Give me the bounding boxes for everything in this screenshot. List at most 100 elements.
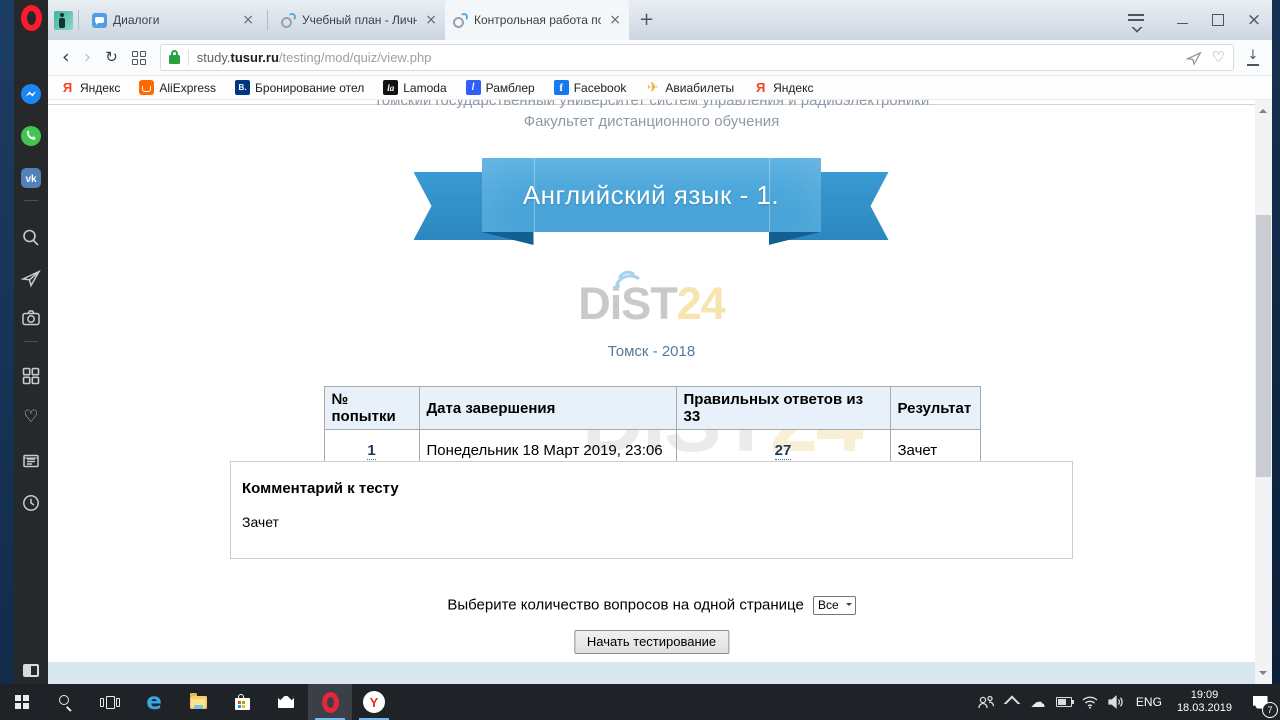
bookmark-aliexpress[interactable]: AliExpress <box>139 80 216 95</box>
url-text: study.tusur.ru/testing/mod/quiz/view.php <box>197 50 432 65</box>
notification-badge: 7 <box>1262 702 1278 718</box>
store-button[interactable] <box>220 684 264 720</box>
desktop-background: vk ♡ <box>0 0 1280 720</box>
close-window-button[interactable]: × <box>1236 0 1272 40</box>
search-sidebar-icon[interactable] <box>14 228 48 248</box>
speed-dial-icon[interactable] <box>14 366 48 386</box>
speed-dial-grid-icon[interactable] <box>132 51 146 65</box>
bookmark-avia[interactable]: ✈ Авиабилеты <box>645 80 734 95</box>
maximize-button[interactable] <box>1200 0 1236 40</box>
tab-label: Контрольная работа по д <box>474 13 601 27</box>
course-title: Английский язык - 1. <box>523 180 779 211</box>
bookmarks-heart-icon[interactable]: ♡ <box>14 409 48 426</box>
search-icon <box>58 694 74 710</box>
minimize-button[interactable] <box>1164 0 1200 40</box>
scroll-up-icon[interactable] <box>1259 105 1267 113</box>
whatsapp-icon[interactable] <box>14 125 48 147</box>
questions-per-page-select[interactable]: Все <box>813 596 856 615</box>
col-attempt: № попытки <box>324 387 419 430</box>
tab-study-plan[interactable]: Учебный план - Личный × <box>273 0 445 40</box>
attempts-table: № попытки Дата завершения Правильных отв… <box>324 386 981 472</box>
tab-dialogs[interactable]: Диалоги × <box>84 0 262 40</box>
start-test-button[interactable]: Начать тестирование <box>574 630 729 654</box>
bookmark-facebook[interactable]: f Facebook <box>554 80 627 95</box>
yandex-browser-button[interactable]: Y <box>352 684 396 720</box>
my-flow-icon[interactable] <box>14 268 48 288</box>
send-to-flow-icon[interactable] <box>1186 50 1202 66</box>
clock[interactable]: 19:09 18.03.2019 <box>1169 689 1240 715</box>
dist24-logo: DiST24 <box>48 281 1255 327</box>
opera-icon <box>322 692 339 713</box>
pinned-tab[interactable] <box>54 11 73 30</box>
comment-body: Зачет <box>242 514 279 530</box>
volume-icon[interactable] <box>1103 684 1129 720</box>
edge-icon: e <box>146 691 162 714</box>
yandex-icon: Я <box>753 80 768 95</box>
tab-separator <box>78 10 79 30</box>
col-correct: Правильных ответов из 33 <box>676 387 890 430</box>
page-scrollbar[interactable] <box>1255 100 1272 684</box>
wifi-arcs-icon <box>609 263 643 294</box>
people-icon[interactable] <box>973 684 999 720</box>
mail-button[interactable] <box>264 684 308 720</box>
file-explorer-button[interactable] <box>176 684 220 720</box>
col-result: Результат <box>890 387 980 430</box>
tab-label: Учебный план - Личный <box>302 13 417 27</box>
windows-taskbar: e Y ☁ ENG 19:09 18.03.2019 <box>0 684 1280 720</box>
col-finished: Дата завершения <box>419 387 676 430</box>
bookmark-booking[interactable]: B. Бронирование отел <box>235 80 364 95</box>
task-view-button[interactable] <box>88 684 132 720</box>
close-tab-icon[interactable]: × <box>423 13 439 27</box>
tab-menu-icon[interactable] <box>1126 13 1146 27</box>
taskbar-search-button[interactable] <box>44 684 88 720</box>
back-icon[interactable]: ‹ <box>62 48 70 67</box>
correct-answers-link[interactable]: 27 <box>775 442 792 460</box>
messenger-icon[interactable] <box>14 83 48 105</box>
vk-icon[interactable]: vk <box>14 167 48 189</box>
airplane-icon: ✈ <box>645 80 660 95</box>
action-center-button[interactable]: 7 <box>1240 684 1280 720</box>
scroll-down-icon[interactable] <box>1259 671 1267 679</box>
edge-button[interactable]: e <box>132 684 176 720</box>
bookmark-heart-icon[interactable]: ♡ <box>1212 50 1225 65</box>
mail-envelope-icon <box>278 696 294 708</box>
snapshot-camera-icon[interactable] <box>14 308 48 328</box>
booking-icon: B. <box>235 80 250 95</box>
tab-quiz-active[interactable]: Контрольная работа по д × <box>445 0 629 40</box>
history-clock-icon[interactable] <box>14 493 48 513</box>
bookmark-rambler[interactable]: / Рамблер <box>466 80 535 95</box>
address-bar: ‹ › ↻ study.tusur.ru/testing/mod/quiz/vi… <box>48 40 1272 76</box>
bookmark-yandex[interactable]: Я Яндекс <box>60 80 120 95</box>
questions-per-page-row: Выберите количество вопросов на одной ст… <box>48 596 1255 615</box>
forward-icon[interactable]: › <box>84 48 92 67</box>
lamoda-icon: la <box>383 80 398 95</box>
tab-separator <box>267 10 268 30</box>
start-button[interactable] <box>0 684 44 720</box>
reload-icon[interactable]: ↻ <box>105 48 118 67</box>
faculty-title: Факультет дистанционного обучения <box>48 113 1255 131</box>
battery-icon[interactable] <box>1051 684 1077 720</box>
dialogs-favicon-icon <box>92 13 107 28</box>
url-input[interactable]: study.tusur.ru/testing/mod/quiz/view.php… <box>160 44 1234 71</box>
scrollbar-thumb[interactable] <box>1256 215 1271 477</box>
comment-title: Комментарий к тесту <box>242 480 399 497</box>
yandex-browser-icon: Y <box>363 691 385 713</box>
wifi-icon[interactable] <box>1077 684 1103 720</box>
sidebar-toggle-icon[interactable] <box>14 664 48 677</box>
opera-taskbar-button[interactable] <box>308 684 352 720</box>
attempt-link[interactable]: 1 <box>367 442 375 460</box>
close-tab-icon[interactable]: × <box>607 13 623 27</box>
bookmark-yandex-2[interactable]: Я Яндекс <box>753 80 813 95</box>
show-hidden-icons-chevron[interactable] <box>999 684 1025 720</box>
tab-bar: Диалоги × Учебный план - Личный × Контро… <box>48 0 1272 40</box>
downloads-icon[interactable]: ↓ <box>1246 50 1260 66</box>
onedrive-cloud-icon[interactable]: ☁ <box>1025 684 1051 720</box>
new-tab-button[interactable]: + <box>639 11 654 29</box>
personal-news-icon[interactable] <box>14 451 48 471</box>
bookmark-lamoda[interactable]: la Lamoda <box>383 80 446 95</box>
opera-sidebar: vk ♡ <box>14 0 48 684</box>
opera-menu-logo-icon[interactable] <box>21 5 42 31</box>
secure-lock-icon[interactable] <box>169 55 180 64</box>
close-tab-icon[interactable]: × <box>240 13 256 27</box>
language-indicator[interactable]: ENG <box>1129 695 1169 709</box>
